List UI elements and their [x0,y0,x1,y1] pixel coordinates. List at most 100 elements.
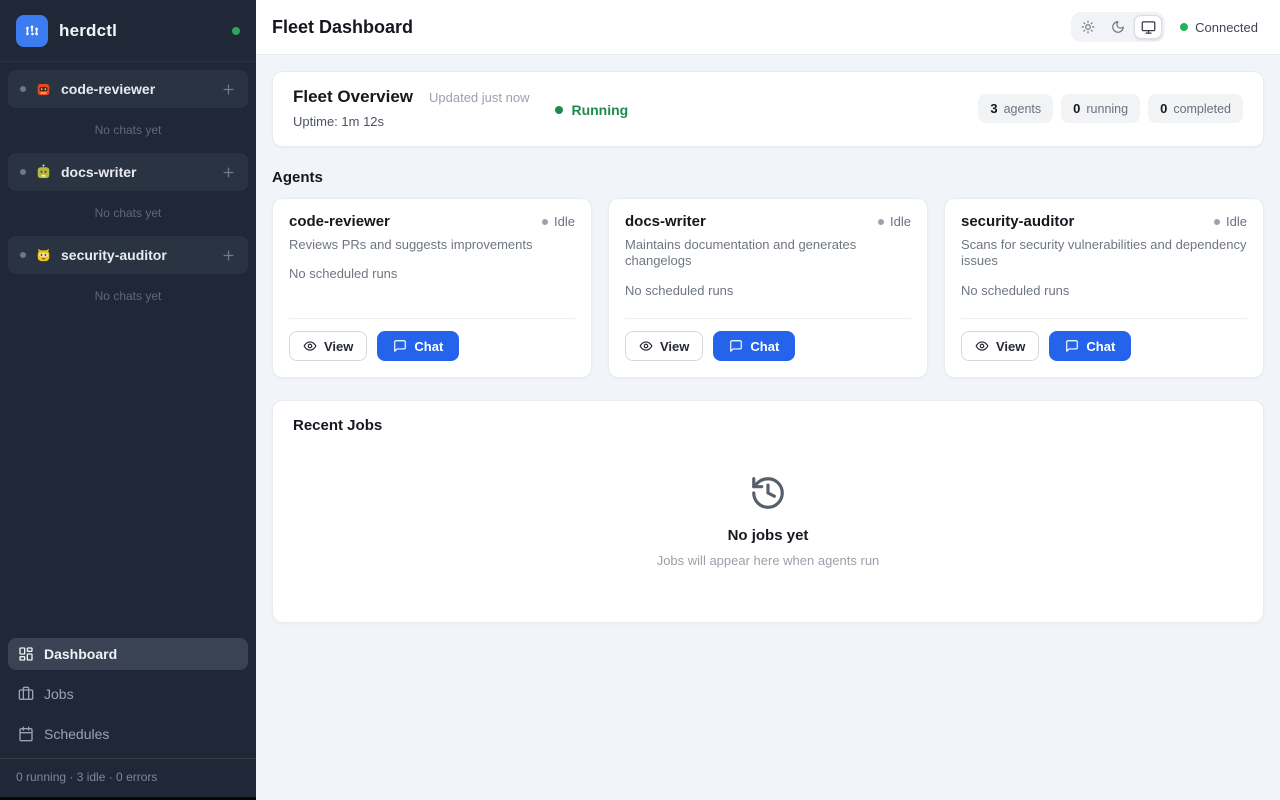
agent-card-actions: View Chat [961,318,1247,361]
overview-badges: 3 agents 0 running 0 completed [978,94,1243,123]
idle-label: Idle [890,214,911,229]
overview-updated: Updated just now [429,90,529,105]
idle-label: Idle [1226,214,1247,229]
agent-card-description: Scans for security vulnerabilities and d… [961,237,1247,270]
calendar-icon [18,726,34,742]
nav-label: Jobs [44,686,74,702]
agents-section-heading: Agents [272,169,1264,186]
moon-icon [1111,20,1125,34]
agent-card-status: Idle [1214,214,1247,229]
agent-card-actions: View Chat [625,318,911,361]
idle-dot [1214,219,1220,225]
view-button[interactable]: View [961,331,1039,361]
robot-yellow-icon [35,247,52,264]
agent-card-status: Idle [542,214,575,229]
connected-dot [1180,23,1188,31]
agent-card-schedule: No scheduled runs [625,283,911,298]
agent-card-security-auditor: security-auditor Idle Scans for security… [944,198,1264,378]
agent-card-description: Maintains documentation and generates ch… [625,237,911,270]
agent-card-name: code-reviewer [289,213,390,230]
nav-label: Dashboard [44,646,117,662]
chat-bubble-icon [729,339,743,353]
agent-status-dot [20,86,26,92]
completed-count-badge: 0 completed [1148,94,1243,123]
agent-card-actions: View Chat [289,318,575,361]
page-title: Fleet Dashboard [272,17,413,38]
sidebar-item-jobs[interactable]: Jobs [8,678,248,710]
agent-cards-grid: code-reviewer Idle Reviews PRs and sugge… [272,198,1264,378]
chat-button[interactable]: Chat [713,331,795,361]
jobs-empty-subtitle: Jobs will appear here when agents run [657,553,880,568]
new-chat-plus-icon[interactable] [221,165,236,180]
agent-card-status: Idle [878,214,911,229]
view-label: View [324,339,353,354]
agent-card-docs-writer: docs-writer Idle Maintains documentation… [608,198,928,378]
recent-jobs-card: Recent Jobs No jobs yet Jobs will appear… [272,400,1264,623]
chat-label: Chat [1086,339,1115,354]
badge-label: running [1086,102,1128,116]
sidebar-header: herdctl [0,0,256,62]
eye-icon [975,339,989,353]
chat-label: Chat [750,339,779,354]
badge-value: 0 [1073,101,1080,116]
sidebar-item-schedules[interactable]: Schedules [8,718,248,750]
agents-count-badge: 3 agents [978,94,1053,123]
sidebar-agent-name: security-auditor [61,247,167,263]
header-controls: Connected [1071,12,1258,42]
theme-light-button[interactable] [1074,15,1102,39]
agent-status-dot [20,252,26,258]
presence-dot [232,27,240,35]
running-dot [555,106,563,114]
view-label: View [660,339,689,354]
chat-button[interactable]: Chat [377,331,459,361]
sidebar-item-dashboard[interactable]: Dashboard [8,638,248,670]
theme-dark-button[interactable] [1104,15,1132,39]
agent-card-schedule: No scheduled runs [961,283,1247,298]
sidebar-agent-code-reviewer[interactable]: code-reviewer [8,70,248,108]
sidebar-nav: Dashboard Jobs Schedules [0,630,256,758]
sidebar-agent-name: code-reviewer [61,81,155,97]
main-column: Fleet Dashboard [256,0,1280,800]
briefcase-icon [18,686,34,702]
sidebar: herdctl code-reviewer No chats yet [0,0,256,800]
sun-icon [1081,20,1095,34]
badge-value: 0 [1160,101,1167,116]
herdctl-logo-icon [16,15,48,47]
history-icon [749,474,787,512]
robot-orange-icon [35,81,52,98]
agent-card-code-reviewer: code-reviewer Idle Reviews PRs and sugge… [272,198,592,378]
eye-icon [303,339,317,353]
view-button[interactable]: View [289,331,367,361]
robot-green-icon [35,164,52,181]
idle-dot [878,219,884,225]
running-count-badge: 0 running [1061,94,1140,123]
view-button[interactable]: View [625,331,703,361]
theme-toggle [1071,12,1165,42]
jobs-empty-title: No jobs yet [728,527,809,544]
nav-label: Schedules [44,726,109,742]
sidebar-agent-security-auditor[interactable]: security-auditor [8,236,248,274]
agent-card-description: Reviews PRs and suggests improvements [289,237,575,253]
dashboard-icon [18,646,34,662]
chat-label: Chat [414,339,443,354]
new-chat-plus-icon[interactable] [221,82,236,97]
connection-status: Connected [1180,20,1258,35]
view-label: View [996,339,1025,354]
agent-status-dot [20,169,26,175]
agent-card-name: docs-writer [625,213,706,230]
theme-system-button[interactable] [1134,15,1162,39]
no-chats-label: No chats yet [8,289,248,303]
sidebar-agent-list: code-reviewer No chats yet docs-writer N… [0,62,256,630]
badge-value: 3 [990,101,997,116]
chat-button[interactable]: Chat [1049,331,1131,361]
new-chat-plus-icon[interactable] [221,248,236,263]
monitor-icon [1141,20,1156,35]
sidebar-agent-docs-writer[interactable]: docs-writer [8,153,248,191]
main-content: Fleet Overview Updated just now Uptime: … [256,55,1280,800]
eye-icon [639,339,653,353]
connected-label: Connected [1195,20,1258,35]
badge-label: completed [1173,102,1231,116]
no-chats-label: No chats yet [8,206,248,220]
sidebar-status-summary: 0 running · 3 idle · 0 errors [0,758,256,797]
sidebar-agent-name: docs-writer [61,164,136,180]
